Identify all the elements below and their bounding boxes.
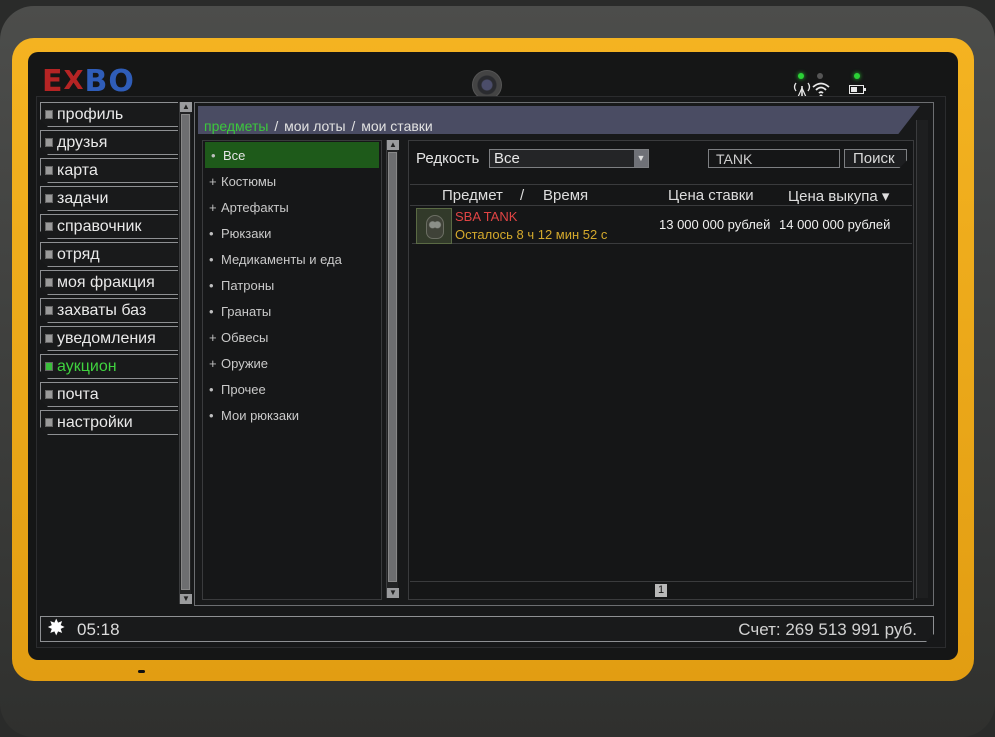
sidebar-item-label: почта (57, 385, 99, 403)
scroll-down-icon[interactable]: ▼ (387, 588, 399, 598)
page-button[interactable]: 1 (655, 584, 667, 597)
rarity-label: Редкость (416, 150, 480, 167)
exbo-logo: E X BO (42, 63, 135, 99)
col-time[interactable]: Время (543, 187, 588, 204)
sidebar-scrollbar[interactable]: ▲ ▼ (179, 102, 192, 604)
category-backpacks[interactable]: • Рюкзаки (203, 220, 381, 246)
bullet-icon (45, 306, 53, 315)
bullet-icon (45, 194, 53, 203)
col-item[interactable]: Предмет (442, 187, 503, 204)
sidebar-item-settings[interactable]: настройки (40, 410, 178, 435)
sun-icon: ✸ (47, 616, 66, 641)
speaker-slot (138, 670, 145, 673)
battery-led-icon (854, 73, 860, 79)
sidebar-item-label: друзья (57, 133, 108, 151)
scroll-up-icon[interactable]: ▲ (387, 140, 399, 150)
gasmask-icon (426, 215, 444, 239)
chevron-down-icon[interactable]: ▼ (634, 150, 648, 167)
bid-price: 13 000 000 рублей (659, 217, 771, 232)
sidebar-item-profile[interactable]: профиль (40, 102, 178, 127)
bullet-icon (45, 278, 53, 287)
sidebar-item-mail[interactable]: почта (40, 382, 178, 407)
category-my-backpacks[interactable]: • Мои рюкзаки (203, 402, 381, 428)
sidebar-item-label: уведомления (57, 329, 156, 347)
col-bid[interactable]: Цена ставки (668, 187, 754, 204)
sidebar-item-label: настройки (57, 413, 133, 431)
account-balance: Счет: 269 513 991 руб. (738, 620, 917, 639)
col-slash: / (520, 187, 525, 204)
tab-items[interactable]: предметы (204, 118, 268, 134)
item-name: SBA TANK (455, 209, 518, 224)
rarity-value: Все (494, 150, 520, 167)
bullet-icon (45, 362, 53, 371)
bullet-icon (45, 110, 53, 119)
pagination: 1 (410, 581, 912, 599)
main-scrollbar[interactable] (916, 120, 928, 598)
bullet-icon (45, 138, 53, 147)
sidebar-item-label: захваты баз (57, 301, 147, 319)
category-ammo[interactable]: • Патроны (203, 272, 381, 298)
category-all[interactable]: • Все (205, 142, 379, 168)
sidebar-item-label: аукцион (57, 357, 117, 375)
scroll-down-icon[interactable]: ▼ (180, 594, 192, 604)
bullet-icon (45, 250, 53, 259)
category-suits[interactable]: + Костюмы (203, 168, 381, 194)
col-buyout[interactable]: Цена выкупа ▾ (788, 187, 889, 205)
bullet-icon (45, 166, 53, 175)
table-row[interactable]: SBA TANK Осталось 8 ч 12 мин 52 с 13 000… (412, 206, 912, 244)
sidebar-item-base-captures[interactable]: захваты баз (40, 298, 178, 323)
sidebar-item-tasks[interactable]: задачи (40, 186, 178, 211)
wifi-led-icon (817, 73, 823, 79)
sidebar-item-map[interactable]: карта (40, 158, 178, 183)
category-scrollbar[interactable]: ▲ ▼ (386, 140, 399, 598)
status-bar: ✸ 05:18 Счет: 269 513 991 руб. (40, 616, 934, 642)
category-grenades[interactable]: • Гранаты (203, 298, 381, 324)
scroll-up-icon[interactable]: ▲ (180, 102, 192, 112)
tab-separator: / (351, 118, 356, 134)
search-input[interactable]: TANK (708, 149, 840, 168)
sidebar-item-label: моя фракция (57, 273, 155, 291)
bullet-icon (45, 418, 53, 427)
sidebar-item-notifications[interactable]: уведомления (40, 326, 178, 351)
scroll-thumb[interactable] (388, 152, 397, 582)
sidebar-item-squad[interactable]: отряд (40, 242, 178, 267)
sidebar-item-label: профиль (57, 105, 124, 123)
time-left: Осталось 8 ч 12 мин 52 с (455, 227, 608, 242)
sidebar-nav: профиль друзья карта задачи справочник о… (40, 102, 178, 438)
category-weapons[interactable]: + Оружие (203, 350, 381, 376)
category-medicine-food[interactable]: • Медикаменты и еда (203, 246, 381, 272)
rarity-select[interactable]: Все ▼ (489, 149, 649, 168)
scroll-thumb[interactable] (181, 114, 190, 590)
sidebar-item-friends[interactable]: друзья (40, 130, 178, 155)
clock: 05:18 (77, 620, 120, 639)
bullet-icon (45, 222, 53, 231)
tab-my-bids[interactable]: мои ставки (361, 118, 433, 134)
buyout-price: 14 000 000 рублей (779, 217, 891, 232)
tab-my-lots[interactable]: мои лоты (284, 118, 345, 134)
sidebar-item-reference[interactable]: справочник (40, 214, 178, 239)
signal-led-icon (798, 73, 804, 79)
category-other[interactable]: • Прочее (203, 376, 381, 402)
category-attachments[interactable]: + Обвесы (203, 324, 381, 350)
sidebar-item-label: отряд (57, 245, 100, 263)
bullet-icon (45, 390, 53, 399)
tab-separator: / (274, 118, 279, 134)
sidebar-item-label: карта (57, 161, 98, 179)
sidebar-item-label: задачи (57, 189, 109, 207)
sidebar-item-faction[interactable]: моя фракция (40, 270, 178, 295)
tabs: предметы / мои лоты / мои ставки (204, 118, 433, 134)
bullet-icon (45, 334, 53, 343)
sidebar-item-auction[interactable]: аукцион (40, 354, 178, 379)
category-list: • Все + Костюмы + Артефакты • Рюкзаки • Медик… (202, 140, 382, 600)
category-artifacts[interactable]: + Артефакты (203, 194, 381, 220)
search-button[interactable]: Поиск (844, 149, 907, 168)
table-header: Предмет / Время Цена ставки Цена выкупа … (410, 184, 912, 206)
item-thumbnail (416, 208, 452, 244)
battery-icon (849, 85, 866, 94)
sidebar-item-label: справочник (57, 217, 142, 235)
